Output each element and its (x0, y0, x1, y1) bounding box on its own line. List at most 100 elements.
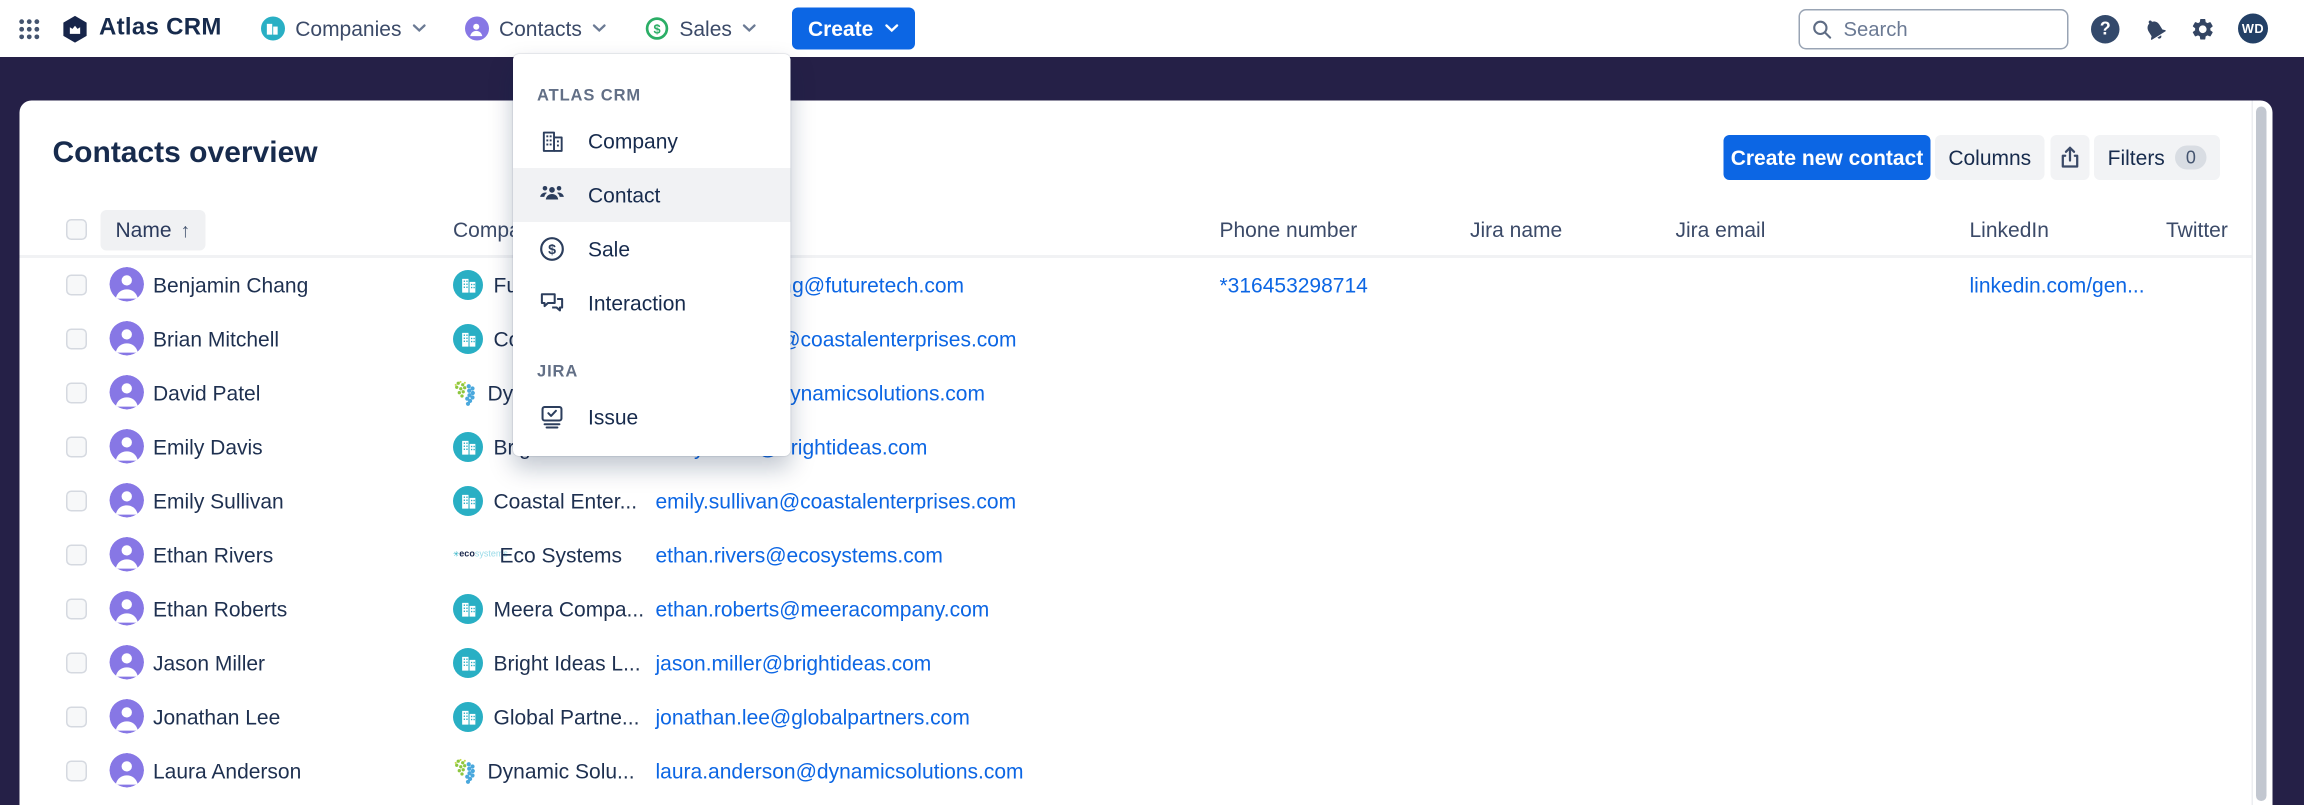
contact-name[interactable]: Emily Davis (153, 420, 263, 474)
company-cell[interactable]: Coastal Enter... (453, 486, 637, 516)
contact-avatar (110, 375, 145, 410)
table-row[interactable]: Benjamin Chang Futuretech benjamin.chang… (20, 258, 2252, 312)
search-input[interactable] (1841, 16, 2027, 42)
contact-group-icon (537, 182, 567, 209)
sort-ascending-icon: ↑ (181, 210, 191, 251)
company-cell[interactable]: ✳ecosystems Eco Systems (453, 540, 622, 570)
contact-name[interactable]: David Patel (153, 366, 260, 420)
contact-name[interactable]: Emily Sullivan (153, 474, 284, 528)
company-building-icon (453, 432, 483, 462)
chevron-down-icon (592, 24, 606, 33)
table-row-partial (20, 798, 2252, 805)
email-link[interactable]: ethan.roberts@meeracompany.com (656, 582, 990, 636)
columns-button[interactable]: Columns (1935, 135, 2045, 180)
menu-item-label: Company (588, 129, 678, 153)
contact-name[interactable]: Jason Miller (153, 636, 265, 690)
company-building-icon (453, 648, 483, 678)
table-row[interactable]: Emily Davis Bright Ideas emily.davis@bri… (20, 420, 2252, 474)
atlas-crm-logo[interactable]: Atlas CRM (62, 14, 222, 43)
create-button-label: Create (808, 17, 873, 41)
contacts-overview-panel: Contacts overview Create new contact Col… (20, 101, 2273, 805)
row-checkbox[interactable] (66, 653, 87, 674)
column-header-phone[interactable]: Phone number (1220, 206, 1358, 256)
menu-item-label: Contact (588, 183, 660, 207)
select-all-checkbox[interactable] (66, 219, 87, 240)
row-checkbox[interactable] (66, 599, 87, 620)
column-header-jira-email[interactable]: Jira email (1676, 206, 1766, 256)
top-navigation-bar: Atlas CRM Companies Contacts $ Sales Cre… (0, 0, 2304, 57)
row-checkbox[interactable] (66, 491, 87, 512)
table-row[interactable]: Emily Sullivan Coastal Enter... emily.su… (20, 474, 2252, 528)
contact-name[interactable]: Ethan Roberts (153, 582, 287, 636)
table-row[interactable]: David Patel Dynamic Solutions david.pate… (20, 366, 2252, 420)
app-switcher-button[interactable] (18, 17, 41, 40)
contact-name[interactable]: Jonathan Lee (153, 690, 280, 744)
table-row[interactable]: Laura Anderson Dynamic Solu... laura.and… (20, 744, 2252, 798)
table-row[interactable]: Jonathan Lee Global Partne... jonathan.l… (20, 690, 2252, 744)
phone-link[interactable]: *316453298714 (1220, 258, 1368, 312)
company-cell[interactable]: Bright Ideas L... (453, 648, 641, 678)
company-cell[interactable]: Meera Compa... (453, 594, 644, 624)
menu-item-issue[interactable]: Issue (513, 390, 791, 444)
company-name: Bright Ideas L... (494, 648, 641, 678)
row-checkbox[interactable] (66, 545, 87, 566)
column-header-jira-name[interactable]: Jira name (1470, 206, 1562, 256)
menu-item-interaction[interactable]: Interaction (513, 276, 791, 330)
company-cell[interactable]: Global Partne... (453, 702, 639, 732)
share-export-button[interactable] (2051, 135, 2090, 180)
row-checkbox[interactable] (66, 275, 87, 296)
contact-name[interactable]: Brian Mitchell (153, 312, 279, 366)
search-field[interactable] (1799, 8, 2069, 49)
email-link[interactable]: emily.sullivan@coastalenterprises.com (656, 474, 1017, 528)
nav-item-contacts[interactable]: Contacts (464, 17, 605, 41)
menu-section-title: JIRA (513, 345, 791, 390)
row-checkbox[interactable] (66, 329, 87, 350)
menu-item-sale[interactable]: $ Sale (513, 222, 791, 276)
create-button[interactable]: Create (792, 8, 915, 50)
row-checkbox[interactable] (66, 707, 87, 728)
user-avatar[interactable]: WD (2238, 14, 2268, 44)
table-row[interactable]: Ethan Roberts Meera Compa... ethan.rober… (20, 582, 2252, 636)
table-row[interactable]: Brian Mitchell Coastal Enterprises brian… (20, 312, 2252, 366)
row-checkbox[interactable] (66, 761, 87, 782)
email-link[interactable]: jason.miller@brightideas.com (656, 636, 932, 690)
menu-item-company[interactable]: Company (513, 114, 791, 168)
person-icon (110, 267, 145, 302)
company-name: Eco Systems (500, 540, 623, 570)
contact-avatar (110, 267, 145, 302)
column-header-twitter[interactable]: Twitter (2166, 206, 2228, 256)
chevron-down-icon (742, 24, 756, 33)
email-link[interactable]: laura.anderson@dynamicsolutions.com (656, 744, 1024, 798)
announcement-icon[interactable] (2142, 16, 2168, 42)
contact-name[interactable]: Laura Anderson (153, 744, 301, 798)
linkedin-link[interactable]: linkedin.com/gen... (1970, 258, 2145, 312)
create-new-contact-button[interactable]: Create new contact (1724, 135, 1931, 180)
person-icon (110, 591, 145, 626)
person-icon (110, 537, 145, 572)
search-icon (1812, 19, 1832, 39)
table-row[interactable]: Ethan Rivers ✳ecosystems Eco Systems eth… (20, 528, 2252, 582)
company-name: Dynamic Solu... (488, 756, 635, 786)
table-row[interactable]: Jason Miller Bright Ideas L... jason.mil… (20, 636, 2252, 690)
company-building-icon (453, 324, 483, 354)
company-cell[interactable]: Dynamic Solu... (453, 756, 635, 786)
svg-text:$: $ (548, 242, 556, 258)
help-icon[interactable]: ? (2091, 14, 2120, 43)
column-header-linkedin[interactable]: LinkedIn (1970, 206, 2049, 256)
filters-button[interactable]: Filters 0 (2094, 135, 2220, 180)
menu-item-contact[interactable]: Contact (513, 168, 791, 222)
settings-gear-icon[interactable] (2190, 16, 2216, 42)
row-checkbox[interactable] (66, 437, 87, 458)
companies-icon (261, 17, 285, 41)
nav-right-group: ? WD (1799, 8, 2269, 49)
email-link[interactable]: jonathan.lee@globalpartners.com (656, 690, 970, 744)
interaction-chat-icon (537, 290, 567, 317)
email-link[interactable]: ethan.rivers@ecosystems.com (656, 528, 943, 582)
nav-item-sales[interactable]: $ Sales (645, 17, 756, 41)
vertical-scrollbar[interactable] (2256, 107, 2267, 802)
nav-item-companies[interactable]: Companies (261, 17, 426, 41)
row-checkbox[interactable] (66, 383, 87, 404)
column-header-name[interactable]: Name ↑ (101, 210, 206, 251)
contact-name[interactable]: Ethan Rivers (153, 528, 273, 582)
contact-name[interactable]: Benjamin Chang (153, 258, 308, 312)
